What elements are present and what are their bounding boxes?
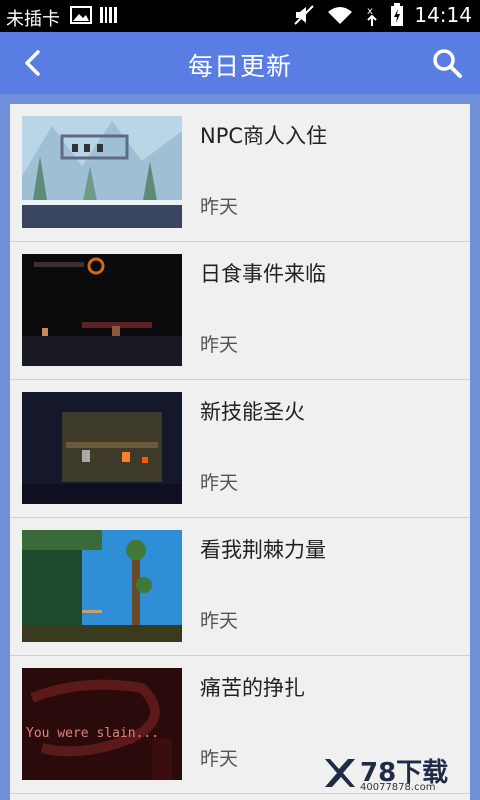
update-list: NPC商人入住 昨天 日食事件来临 昨天 新技能圣火 昨天 看我荆棘力量 昨天 … [10,104,470,800]
item-date: 昨天 [200,472,239,494]
status-notification-icons [70,6,120,24]
item-title: 痛苦的挣扎 [200,676,305,700]
app-header: 每日更新 [0,32,480,94]
barcode-icon [100,7,117,23]
video-thumbnail[interactable] [22,254,182,366]
item-date: 昨天 [200,610,239,632]
battery-charging-icon [391,3,404,26]
carrier-label: 未插卡 [6,9,60,30]
list-item[interactable]: 日食事件来临 昨天 [10,242,470,380]
item-title: 看我荆棘力量 [200,538,326,562]
status-time: 14:14 [414,3,472,27]
video-thumbnail[interactable]: You were slain... [22,668,182,780]
search-icon[interactable] [430,46,464,80]
video-thumbnail[interactable] [22,116,182,228]
list-item[interactable]: 新技能圣火 昨天 [10,380,470,518]
item-title: 新技能圣火 [200,400,305,424]
item-date: 昨天 [200,748,239,770]
wifi-icon [328,7,353,24]
list-item[interactable]: NPC商人入住 昨天 [10,104,470,242]
list-item[interactable]: 看我荆棘力量 昨天 [10,518,470,656]
death-message: You were slain... [26,726,160,741]
x-logo-icon [325,759,355,787]
page-title: 每日更新 [187,52,292,81]
status-right: x 14:14 [292,3,472,27]
watermark-url: 40077878.com [360,782,436,793]
item-title: 日食事件来临 [200,262,326,286]
video-thumbnail[interactable] [22,392,182,504]
mute-icon [294,5,315,25]
item-title: NPC商人入住 [200,124,328,148]
no-sim-signal-icon: x [367,6,378,26]
item-date: 昨天 [200,334,239,356]
item-date: 昨天 [200,196,239,218]
site-watermark: 78下载 40077878.com [322,756,472,796]
video-thumbnail[interactable] [22,530,182,642]
image-icon [70,6,92,24]
status-bar: 未插卡 x 14:14 [0,0,480,32]
